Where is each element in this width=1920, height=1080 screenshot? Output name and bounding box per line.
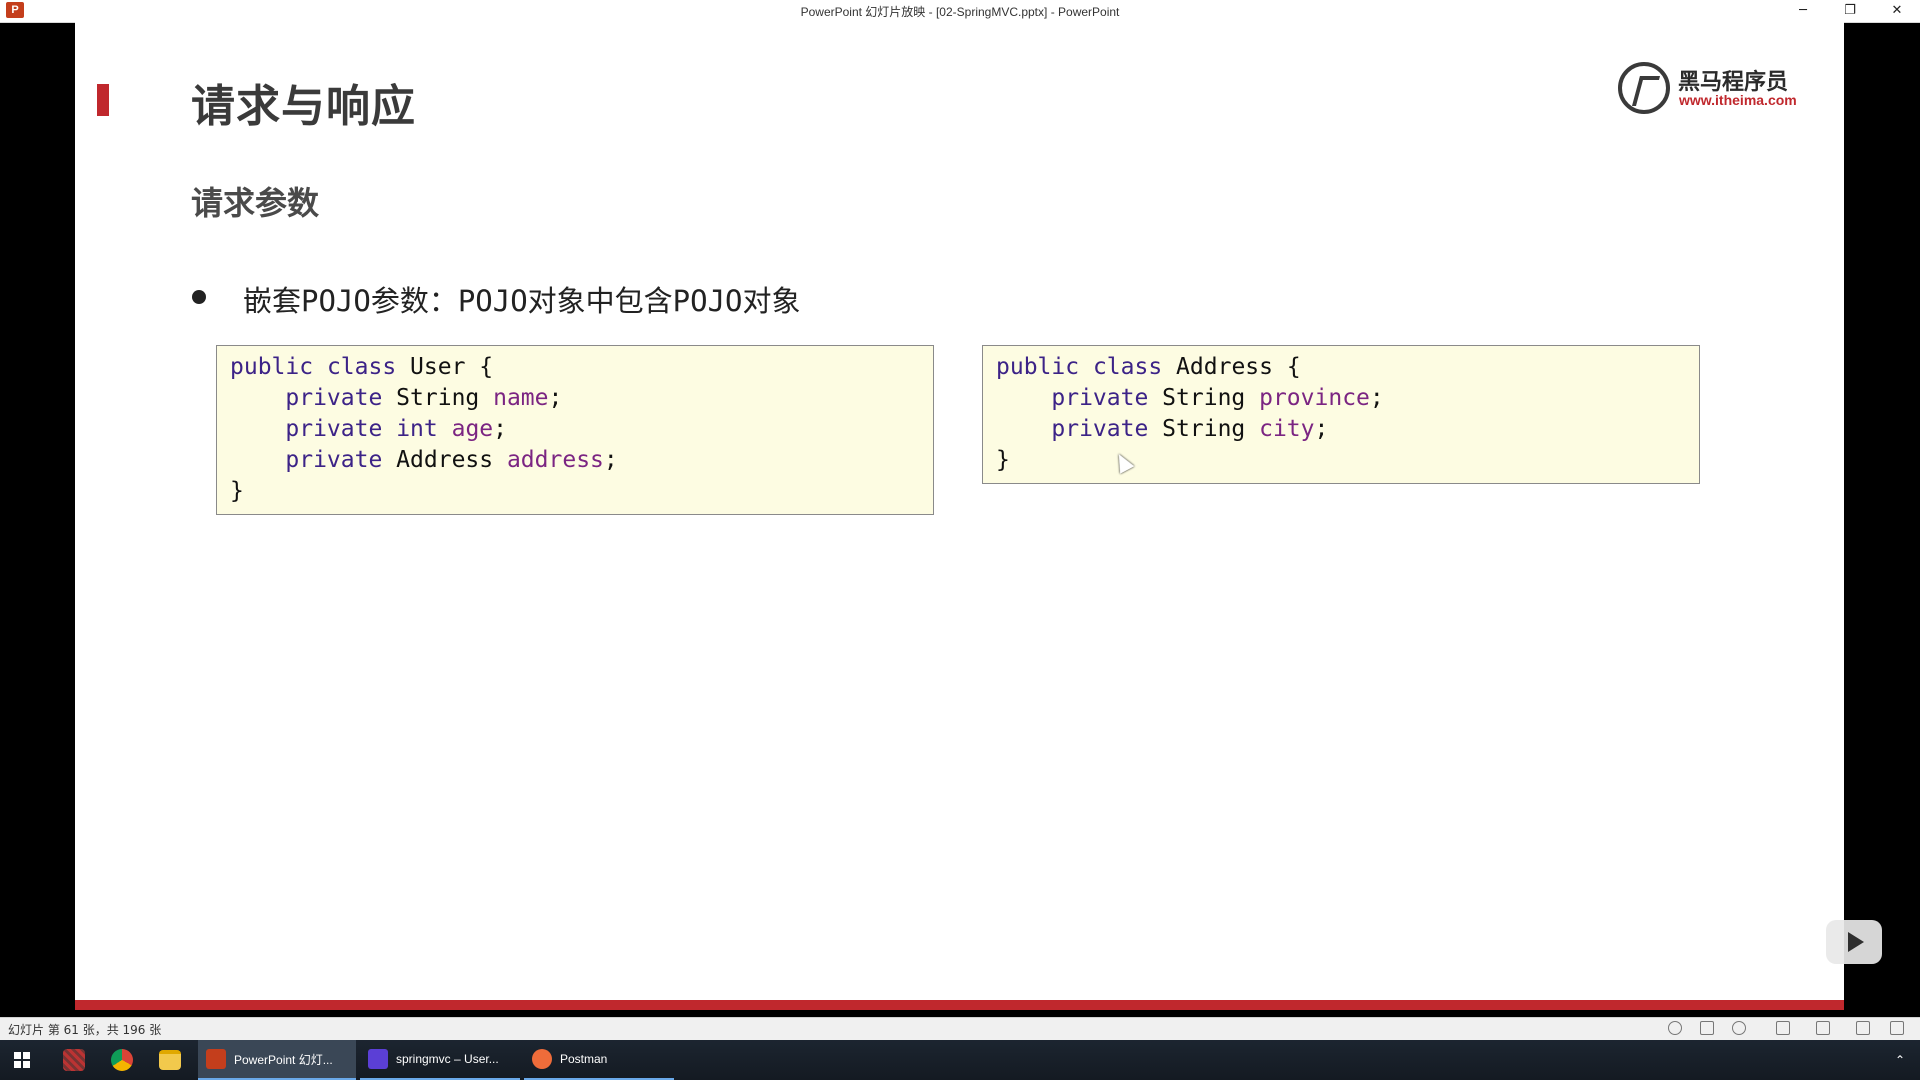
slide-counter: 幻灯片 第 61 张，共 196 张 <box>8 1023 162 1037</box>
window-title: PowerPoint 幻灯片放映 - [02-SpringMVC.pptx] -… <box>800 5 1120 19</box>
taskbar-app-postman[interactable]: Postman <box>524 1040 674 1080</box>
address-code-line: private String city; <box>1051 416 1329 442</box>
user-class-code-block: public class User { private String name;… <box>216 345 934 515</box>
settings-app-icon <box>63 1049 85 1071</box>
title-accent-bar <box>97 84 109 116</box>
sorter-view-icon[interactable] <box>1816 1021 1830 1035</box>
comments-icon[interactable] <box>1890 1021 1904 1035</box>
user-code-line: private int age; <box>285 416 507 442</box>
taskbar-pin-explorer[interactable] <box>146 1040 194 1080</box>
taskbar-app-label: Postman <box>560 1052 608 1066</box>
restore-button[interactable]: ❐ <box>1827 0 1873 22</box>
postman-icon <box>532 1049 552 1069</box>
user-code-line: private Address address; <box>285 447 618 473</box>
normal-view-icon[interactable] <box>1700 1021 1714 1035</box>
reading-view-icon[interactable] <box>1856 1021 1870 1035</box>
itheima-logo: 黑马程序员 www.itheima.com <box>1618 60 1803 120</box>
address-code-line: } <box>996 447 1010 473</box>
address-code-line: private String province; <box>1051 385 1384 411</box>
user-code-line: } <box>230 478 244 504</box>
taskbar-pin-chrome[interactable] <box>98 1040 146 1080</box>
taskbar-pin-settings[interactable] <box>50 1040 98 1080</box>
intellij-icon <box>368 1049 388 1069</box>
start-button[interactable] <box>0 1040 44 1080</box>
window-titlebar: P PowerPoint 幻灯片放映 - [02-SpringMVC.pptx]… <box>0 0 1920 23</box>
minimize-button[interactable]: ─ <box>1780 0 1826 22</box>
taskbar: PowerPoint 幻灯... springmvc – User... Pos… <box>0 1040 1920 1080</box>
slide-subtitle: 请求参数 <box>191 184 320 222</box>
windows-icon <box>14 1052 30 1068</box>
logo-url: www.itheima.com <box>1679 92 1797 108</box>
reset-view-icon[interactable] <box>1668 1021 1682 1035</box>
logo-mark-icon <box>1618 62 1670 114</box>
taskbar-app-intellij[interactable]: springmvc – User... <box>360 1040 520 1080</box>
slide-bottom-accent-line <box>75 1000 1844 1010</box>
taskbar-app-label: springmvc – User... <box>396 1052 499 1066</box>
notes-icon[interactable] <box>1776 1021 1790 1035</box>
bullet-dot-icon <box>192 290 206 304</box>
user-code-line: private String name; <box>285 385 563 411</box>
slide-canvas[interactable]: 请求与响应 黑马程序员 www.itheima.com 请求参数 嵌套POJO参… <box>75 22 1844 1010</box>
bullet-text: 嵌套POJO参数：POJO对象中包含POJO对象 <box>243 284 801 318</box>
slide-title: 请求与响应 <box>191 81 416 132</box>
address-class-code-block: public class Address { private String pr… <box>982 345 1700 484</box>
taskbar-app-powerpoint[interactable]: PowerPoint 幻灯... <box>198 1040 356 1080</box>
tray-expand-icon[interactable]: ⌃ <box>1890 1040 1910 1080</box>
powerpoint-icon <box>206 1049 226 1069</box>
close-button[interactable]: ✕ <box>1874 0 1920 22</box>
status-bar: 幻灯片 第 61 张，共 196 张 <box>0 1017 1920 1040</box>
address-code-line: public class Address { <box>996 354 1301 380</box>
chrome-icon <box>111 1049 133 1071</box>
taskbar-app-label: PowerPoint 幻灯... <box>234 1052 333 1067</box>
file-explorer-icon <box>159 1050 181 1070</box>
slideshow-view-icon[interactable] <box>1732 1021 1746 1035</box>
video-play-icon[interactable] <box>1826 920 1882 964</box>
user-code-line: public class User { <box>230 354 494 380</box>
